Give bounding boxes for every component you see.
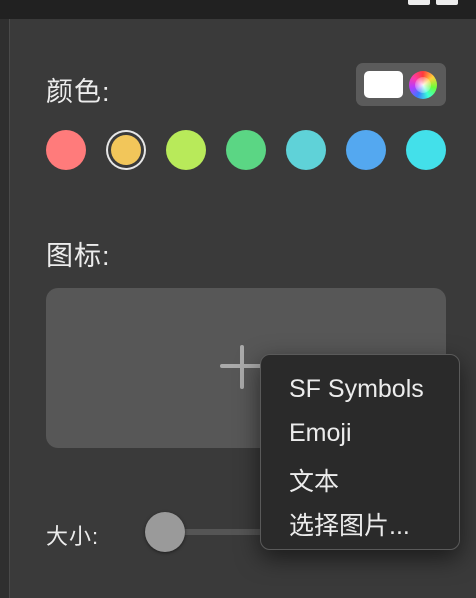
color-swatch-red[interactable] — [46, 130, 86, 170]
color-section-label: 颜色: — [46, 77, 111, 107]
size-slider-thumb[interactable] — [145, 512, 185, 552]
icon-type-menu: SF Symbols Emoji 文本 选择图片... — [260, 354, 460, 550]
plus-icon[interactable] — [220, 345, 264, 389]
color-swatch-blue[interactable] — [346, 130, 386, 170]
color-wheel-icon[interactable] — [409, 71, 437, 99]
window-titlebar — [0, 0, 476, 19]
menu-item-emoji[interactable]: Emoji — [289, 419, 352, 448]
color-mode-toggle[interactable] — [356, 63, 446, 106]
sidebar-toggle-icon[interactable] — [408, 0, 460, 6]
menu-item-choose-image[interactable]: 选择图片... — [289, 506, 410, 542]
menu-item-text[interactable]: 文本 — [289, 462, 339, 498]
color-swatch-teal[interactable] — [286, 130, 326, 170]
color-swatch-yellow[interactable] — [111, 135, 141, 165]
color-swatch-lime[interactable] — [166, 130, 206, 170]
icon-section-label: 图标: — [46, 241, 111, 271]
size-label: 大小: — [46, 524, 100, 549]
white-swatch[interactable] — [364, 71, 403, 98]
menu-item-sf-symbols[interactable]: SF Symbols — [289, 375, 424, 404]
color-swatch-green[interactable] — [226, 130, 266, 170]
color-swatch-cyan[interactable] — [406, 130, 446, 170]
